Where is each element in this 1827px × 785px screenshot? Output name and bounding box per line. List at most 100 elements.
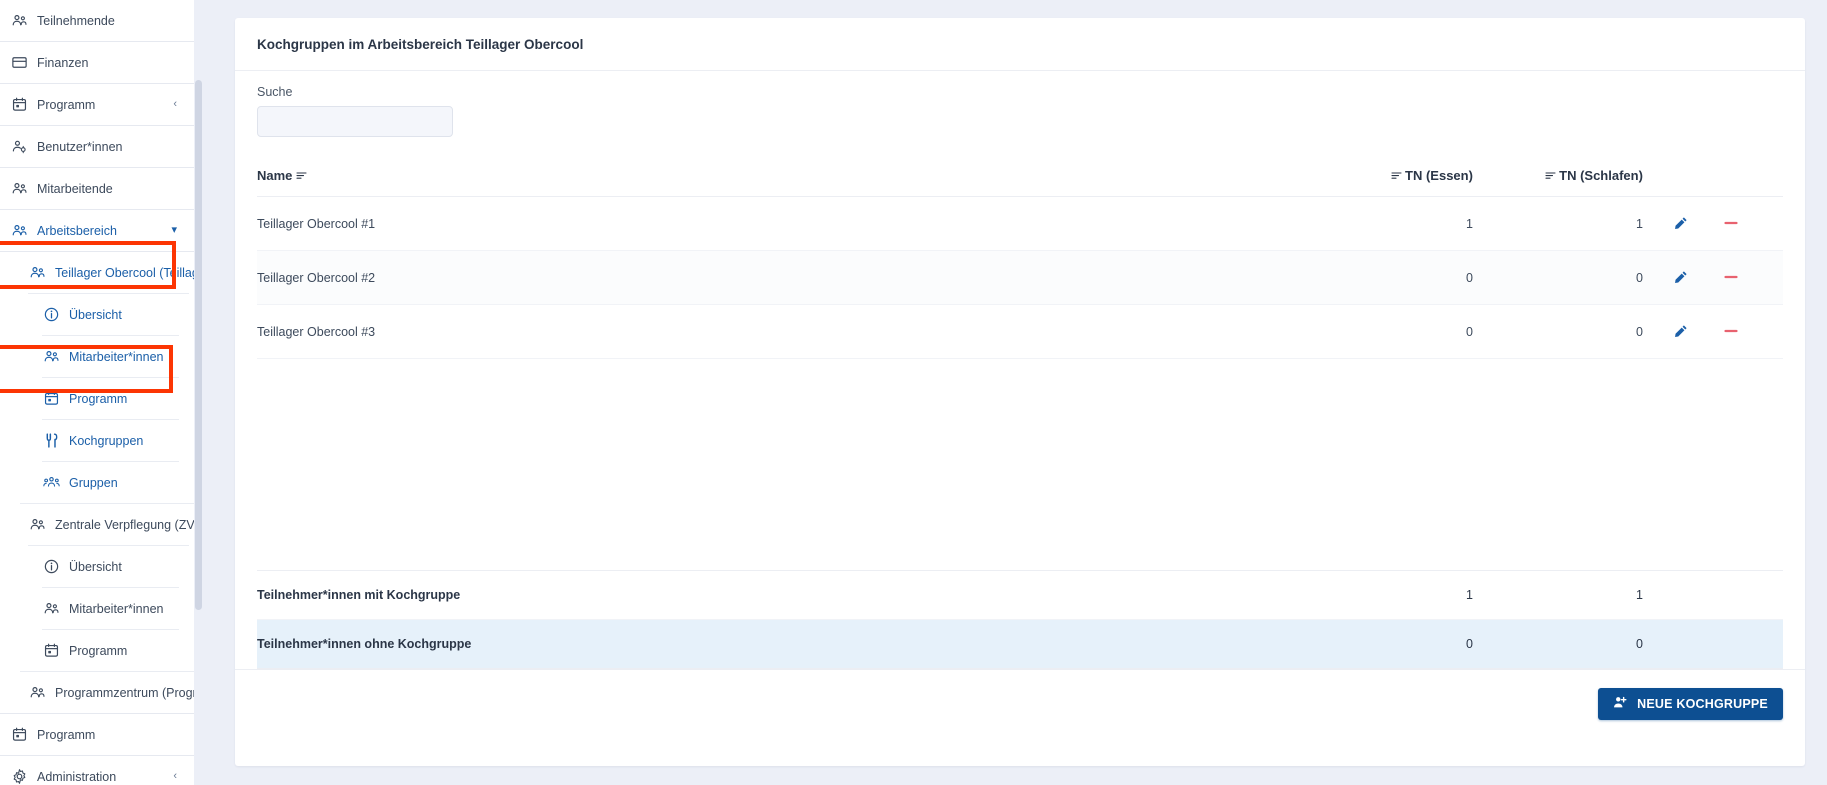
chevron-down-icon[interactable]: ▾ xyxy=(171,225,177,236)
sidebar-item-label: Teilnehmende xyxy=(37,13,115,28)
main-content: Kochgruppen im Arbeitsbereich Teillager … xyxy=(203,0,1827,785)
sidebar-item-benutzer-innen[interactable]: Benutzer*innen xyxy=(0,126,203,167)
users-icon xyxy=(28,516,46,534)
cell-edit xyxy=(1670,196,1721,252)
new-kochgruppe-button[interactable]: NEUE KOCHGRUPPE xyxy=(1598,688,1783,720)
cell-edit xyxy=(1670,250,1721,306)
sidebar-item-finanzen[interactable]: Finanzen xyxy=(0,42,203,83)
sidebar-item-label: Administration xyxy=(37,769,117,784)
search-zone: Suche xyxy=(235,71,1805,145)
sidebar-item-administration[interactable]: Administration ‹ xyxy=(0,756,203,785)
column-header-tn-schlafen[interactable]: TN (Schlafen) xyxy=(1472,157,1643,198)
summary-gap xyxy=(1670,619,1721,668)
column-header-tn-essen[interactable]: TN (Essen) xyxy=(1322,157,1473,198)
sidebar-item-kochgruppen[interactable]: Kochgruppen xyxy=(0,420,203,461)
sidebar-item-label: Programm xyxy=(37,727,96,742)
edit-icon[interactable] xyxy=(1671,321,1691,341)
sidebar-item-label: Teillager Obercool (Teillager) xyxy=(55,265,203,280)
calendar-icon xyxy=(42,390,60,408)
sidebar-item-label: Mitarbeitende xyxy=(37,181,113,196)
sidebar-item-label: Mitarbeiter*innen xyxy=(69,349,164,364)
remove-icon[interactable] xyxy=(1721,321,1741,341)
edit-icon[interactable] xyxy=(1671,267,1691,287)
sidebar-item-teilnehmende[interactable]: Teilnehmende xyxy=(0,0,203,41)
cell-tn-essen: 1 xyxy=(1322,196,1473,252)
cell-tn-schlafen: 0 xyxy=(1472,250,1643,306)
table-area: Name TN (Essen) TN (Schlafen) Teillager … xyxy=(235,145,1805,669)
sort-icon[interactable] xyxy=(1545,169,1556,184)
summary-gap xyxy=(1642,619,1671,668)
table-row[interactable]: Teillager Obercool #3 0 0 xyxy=(257,304,1783,360)
summary-label: Teilnehmer*innen mit Kochgruppe xyxy=(257,571,1323,620)
column-header-gap xyxy=(1642,157,1671,198)
column-label-name: Name xyxy=(257,168,293,183)
cell-edit xyxy=(1670,304,1721,360)
table-empty-space xyxy=(257,359,1783,571)
table-row[interactable]: Teillager Obercool #1 1 1 xyxy=(257,196,1783,252)
column-label-tn-essen: TN (Essen) xyxy=(1405,168,1473,183)
edit-icon[interactable] xyxy=(1671,213,1691,233)
cell-gap xyxy=(1642,196,1671,252)
cell-tn-schlafen: 1 xyxy=(1472,196,1643,252)
sidebar-item-programmzentrum-programm[interactable]: Programmzentrum (Programm xyxy=(0,672,203,713)
users-icon xyxy=(28,264,46,282)
users-icon xyxy=(42,600,60,618)
sidebar-item-zentrale-verpflegung-zvp[interactable]: Zentrale Verpflegung (ZVP) xyxy=(0,504,203,545)
chevron-left-icon[interactable]: ‹ xyxy=(173,771,177,782)
column-header-edit xyxy=(1670,157,1721,198)
column-header-name[interactable]: Name xyxy=(257,157,1323,198)
sidebar-item-mitarbeiter-innen[interactable]: Mitarbeiter*innen xyxy=(0,588,203,629)
sidebar-scrollbar-track[interactable] xyxy=(194,0,203,785)
sidebar-item-mitarbeiter-innen[interactable]: Mitarbeiter*innen xyxy=(0,336,203,377)
sidebar-item-programm[interactable]: Programm xyxy=(0,714,203,755)
column-label-tn-schlafen: TN (Schlafen) xyxy=(1559,168,1643,183)
sidebar-item-arbeitsbereich[interactable]: Arbeitsbereich ▾ xyxy=(0,210,203,251)
users-icon xyxy=(10,222,28,240)
sidebar-item-teillager-obercool-teillager[interactable]: Teillager Obercool (Teillager) xyxy=(0,252,203,293)
sidebar-item-programm[interactable]: Programm xyxy=(0,630,203,671)
summary-tn-essen: 1 xyxy=(1322,571,1473,620)
add-group-icon xyxy=(1613,695,1628,713)
sidebar-item-übersicht[interactable]: Übersicht xyxy=(0,546,203,587)
cell-name: Teillager Obercool #2 xyxy=(257,250,1323,306)
sidebar-item-label: Mitarbeiter*innen xyxy=(69,601,164,616)
table-header-row: Name TN (Essen) TN (Schlafen) xyxy=(257,157,1783,198)
cell-gap xyxy=(1642,304,1671,360)
sidebar-scrollbar-thumb[interactable] xyxy=(195,80,202,610)
summary-gap xyxy=(1642,571,1671,620)
new-kochgruppe-label: NEUE KOCHGRUPPE xyxy=(1637,697,1768,711)
calendar-icon xyxy=(10,726,28,744)
summary-gap xyxy=(1720,571,1783,620)
chevron-left-icon[interactable]: ‹ xyxy=(173,99,177,110)
remove-icon[interactable] xyxy=(1721,213,1741,233)
summary-row-ohne-kochgruppe: Teilnehmer*innen ohne Kochgruppe 0 0 xyxy=(257,619,1783,668)
table-body: Teillager Obercool #1 1 1 Teillager Obercoo… xyxy=(257,196,1783,360)
info-icon xyxy=(42,558,60,576)
cell-remove xyxy=(1720,250,1783,306)
sidebar-item-label: Programm xyxy=(69,643,128,658)
summary-table: Teilnehmer*innen mit Kochgruppe 1 1 Teilneh… xyxy=(257,571,1783,668)
sort-icon[interactable] xyxy=(1391,169,1402,184)
gear-icon xyxy=(10,768,28,785)
sidebar-item-programm[interactable]: Programm ‹ xyxy=(0,84,203,125)
sidebar-item-label: Benutzer*innen xyxy=(37,139,123,154)
remove-icon[interactable] xyxy=(1721,267,1741,287)
sidebar-item-label: Programm xyxy=(37,97,96,112)
cell-remove xyxy=(1720,196,1783,252)
sidebar-item-übersicht[interactable]: Übersicht xyxy=(0,294,203,335)
sidebar-item-label: Arbeitsbereich xyxy=(37,223,117,238)
users-icon xyxy=(10,12,28,30)
card-icon xyxy=(10,54,28,72)
users-icon xyxy=(10,180,28,198)
sort-icon[interactable] xyxy=(296,169,307,184)
group-people-icon xyxy=(42,474,60,492)
table-row[interactable]: Teillager Obercool #2 0 0 xyxy=(257,250,1783,306)
cell-name: Teillager Obercool #3 xyxy=(257,304,1323,360)
column-header-remove xyxy=(1720,157,1783,198)
sidebar-item-programm[interactable]: Programm xyxy=(0,378,203,419)
summary-gap xyxy=(1720,619,1783,668)
sidebar-item-label: Übersicht xyxy=(69,307,122,322)
search-input[interactable] xyxy=(257,106,453,137)
sidebar-item-gruppen[interactable]: Gruppen xyxy=(0,462,203,503)
sidebar-item-mitarbeitende[interactable]: Mitarbeitende xyxy=(0,168,203,209)
